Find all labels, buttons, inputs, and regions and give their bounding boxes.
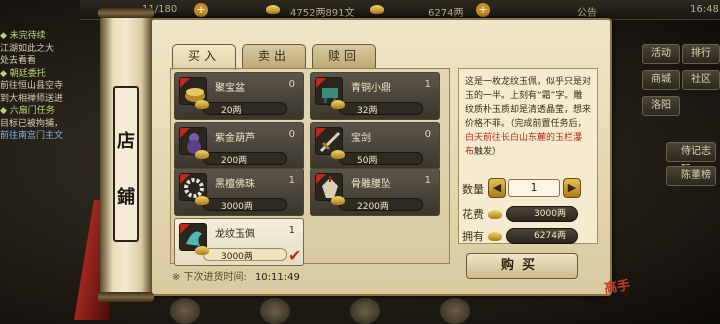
quest-line-5: 到大相禅师送进	[0, 93, 64, 104]
cost-value: 3000两	[506, 206, 578, 222]
item-name: 紫金葫芦	[215, 133, 255, 144]
shop-sign-char-1: 店	[117, 131, 135, 152]
bottom-skill-bar	[170, 298, 550, 324]
item-qty: 1	[288, 225, 295, 236]
quest-line-6: ◆ 六扇门任务	[0, 106, 55, 116]
item-price: 2200两	[357, 202, 389, 212]
item-name: 青铜小鼎	[351, 83, 391, 94]
restock-label: ※ 下次进货时间:	[172, 272, 247, 283]
quest-line-0: ◆ 未完待续	[0, 31, 46, 41]
price-bar	[203, 102, 287, 115]
item-price: 20两	[221, 106, 242, 116]
restock-timer: ※ 下次进货时间: 10:11:49	[172, 268, 300, 283]
cost-label: 花费	[462, 208, 484, 221]
item-slot-3[interactable]: 宝剑 0 50两	[310, 122, 440, 170]
item-qty: 0	[288, 79, 295, 90]
item-slot-1[interactable]: 青铜小鼎 1 32两	[310, 72, 440, 120]
item-name: 骨雕腰坠	[351, 179, 391, 190]
item-name: 聚宝盆	[215, 83, 245, 94]
mall-button[interactable]: 商城	[642, 70, 680, 90]
add-energy-button[interactable]: +	[194, 3, 208, 17]
community-button[interactable]: 社区	[682, 70, 720, 90]
gold-ingot-icon	[331, 196, 345, 205]
quantity-label: 数量	[462, 183, 484, 196]
item-slot-5[interactable]: 骨雕腰坠 1 2200两	[310, 168, 440, 216]
rank-button[interactable]: 排行	[682, 44, 720, 64]
item-slot-0[interactable]: 聚宝盆 0 20两	[174, 72, 304, 120]
item-price: 200两	[221, 156, 248, 166]
shop-sign-char-2: 鋪	[117, 187, 135, 208]
gold-ingot-icon	[331, 150, 345, 159]
tab-sell[interactable]: 卖出	[242, 44, 306, 68]
quest-line-7: 目标已被拘捕，	[0, 118, 64, 129]
description-tail: 触发）	[474, 147, 502, 157]
owned-label: 拥有	[462, 230, 484, 243]
item-qty: 1	[288, 175, 295, 186]
item-qty: 0	[424, 129, 431, 140]
item-price: 50两	[357, 156, 378, 166]
restock-time: 10:11:49	[254, 272, 300, 283]
tab-buy[interactable]: 买入	[172, 44, 236, 70]
gold-ingot-icon	[195, 100, 209, 109]
quest-line-1: 江湖如此之大	[0, 43, 55, 54]
price-bar	[339, 102, 423, 115]
seal-stamp: 高手	[603, 278, 632, 297]
increase-quantity-button[interactable]: ▶	[563, 178, 581, 198]
item-slot-6[interactable]: 龙纹玉佩 1 3000两	[174, 218, 304, 266]
gold-ingot-icon	[488, 210, 502, 219]
activity-button[interactable]: 活动	[642, 44, 680, 64]
gold-ingot-icon	[331, 100, 345, 109]
skill-slot[interactable]	[350, 298, 380, 324]
item-price: 3000两	[221, 202, 253, 212]
item-qty: 0	[288, 129, 295, 140]
quest-line-2: 处去看看	[0, 56, 37, 66]
skill-slot[interactable]	[440, 298, 470, 324]
gold-ingot-icon	[195, 196, 209, 205]
currency-coin-icon	[266, 4, 280, 15]
rod-cap-bottom	[98, 292, 154, 302]
owned-value: 6274两	[506, 228, 578, 244]
rod-cap-top	[98, 8, 154, 18]
quest-line-3: ◆ 朝廷委托	[0, 68, 46, 79]
diary-button[interactable]: 侍记志玩	[666, 142, 716, 175]
decrease-quantity-button[interactable]: ◀	[488, 178, 506, 198]
item-qty: 1	[424, 79, 431, 90]
status-bar: 11/180 + 4752两891文 6274两 + 公告 16:48	[80, 0, 720, 20]
quest-line-4: 前往恒山县空寺	[0, 81, 64, 91]
tab-redeem[interactable]: 赎回	[312, 44, 376, 68]
skill-slot[interactable]	[170, 298, 200, 324]
item-slot-4[interactable]: 黑檀佛珠 1 3000两	[174, 168, 304, 216]
item-name: 黑檀佛珠	[215, 179, 255, 190]
description-text: 这是一枚龙纹玉佩，似乎只是对玉的一半。上刻有“霜”字。雕纹质朴玉质却是清透晶莹，…	[465, 77, 592, 129]
buy-button[interactable]: 购买	[466, 253, 578, 279]
add-gold-button[interactable]: +	[476, 3, 490, 17]
gold-value: 6274两	[428, 8, 464, 19]
currency-value: 4752两891文	[290, 8, 355, 19]
gold-ingot-icon	[195, 246, 209, 255]
item-price: 32两	[357, 106, 378, 116]
item-slot-2[interactable]: 紫金葫芦 0 200两	[174, 122, 304, 170]
clock: 16:48	[690, 4, 719, 15]
skill-slot[interactable]	[260, 298, 290, 324]
luoyang-map-button[interactable]: 洛阳	[642, 96, 680, 116]
quantity-input[interactable]: 1	[508, 179, 560, 197]
gold-ingot-icon	[195, 150, 209, 159]
ranking-board-button[interactable]: 陈董榜	[666, 166, 716, 186]
price-bar	[339, 152, 423, 165]
selected-check-icon: ✔	[288, 246, 302, 265]
quest-tracker[interactable]: ◆ 未完待续 江湖如此之大 处去看看 ◆ 朝廷委托 前往恒山县空寺 到大相禅师送…	[0, 30, 110, 190]
item-qty: 1	[424, 175, 431, 186]
item-name: 宝剑	[351, 133, 371, 144]
gold-ingot-icon	[370, 4, 384, 15]
announce-button[interactable]: 公告	[577, 4, 597, 19]
quest-line-8: 前往南宫门主文	[0, 131, 64, 141]
item-name: 龙纹玉佩	[215, 229, 255, 240]
item-price: 3000两	[221, 252, 253, 262]
description-hint: 白天前往长白山东麓的	[465, 133, 556, 143]
gold-ingot-icon	[488, 232, 502, 241]
shop-sign: 店 鋪	[113, 86, 139, 242]
